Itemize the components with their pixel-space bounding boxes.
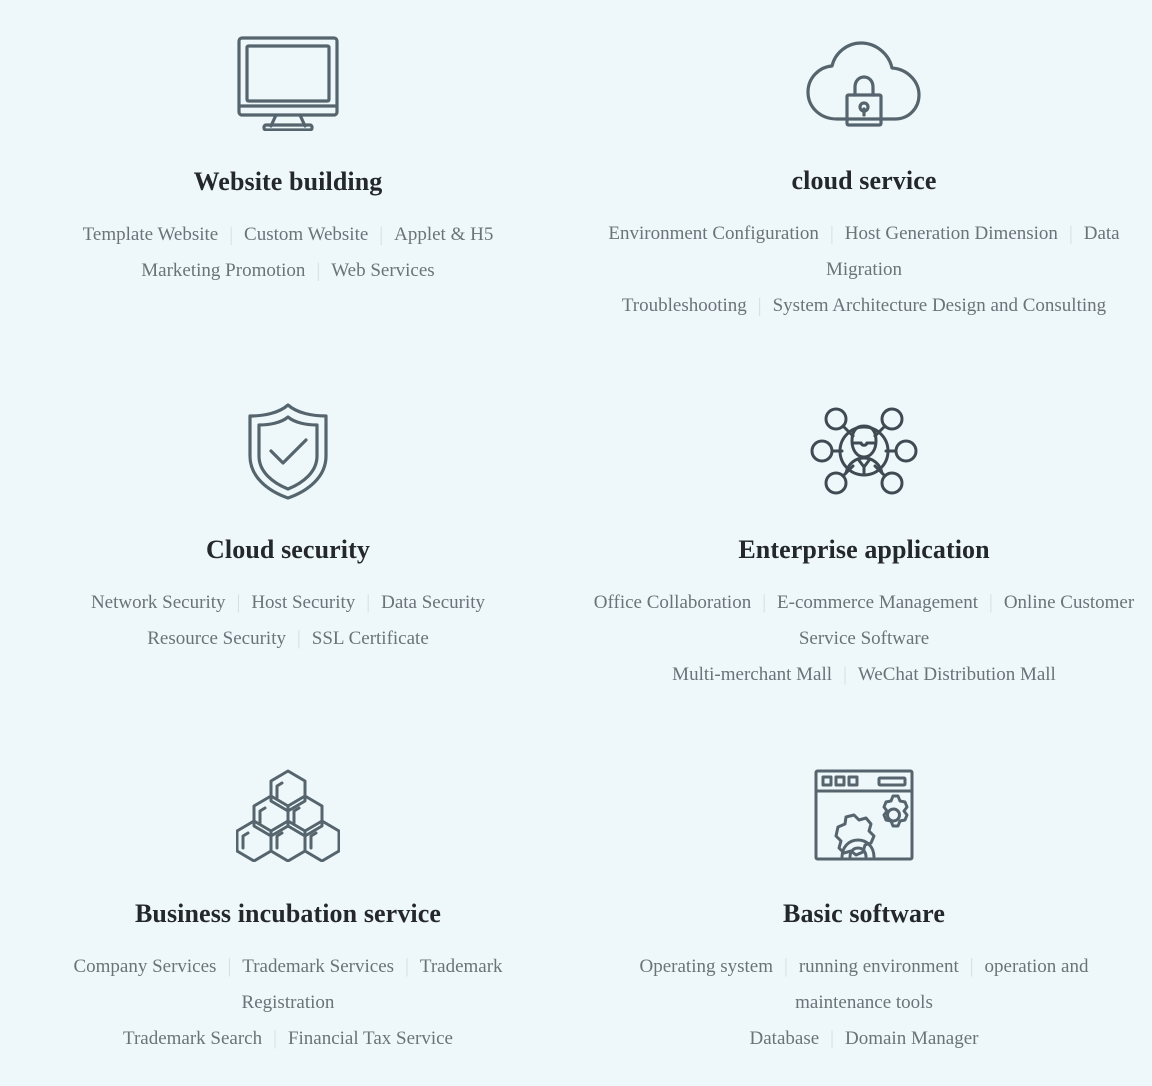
service-link[interactable]: Data Security (381, 592, 485, 613)
service-link[interactable]: System Architecture Design and Consultin… (773, 295, 1107, 316)
service-link[interactable]: Host Generation Dimension (845, 223, 1058, 244)
service-link[interactable]: Operating system (640, 956, 774, 977)
link-separator: | (784, 955, 788, 978)
links-row: Troubleshooting | System Architecture Desi… (592, 288, 1136, 324)
links-row: Environment Configuration | Host Generatio… (592, 216, 1136, 288)
link-separator: | (1068, 222, 1073, 245)
service-link[interactable]: Company Services (73, 956, 216, 977)
service-link[interactable]: Marketing Promotion (141, 260, 305, 281)
service-link[interactable]: Multi-merchant Mall (672, 664, 832, 685)
service-link[interactable]: Network Security (91, 592, 226, 613)
service-links: Office Collaboration | E-commerce Manageme… (592, 585, 1136, 693)
link-separator: | (273, 1027, 277, 1050)
link-separator: | (236, 591, 241, 614)
link-separator: | (316, 259, 321, 282)
shield-check-icon (244, 398, 332, 504)
service-link[interactable]: Environment Configuration (608, 223, 819, 244)
service-link[interactable]: Web Services (331, 260, 434, 281)
service-link[interactable]: Host Security (251, 592, 355, 613)
service-link[interactable]: Custom Website (244, 224, 368, 245)
service-title: Basic software (783, 899, 945, 928)
service-links: Network Security | Host Security | Data Secu… (91, 585, 485, 657)
browser-gears-icon (814, 762, 914, 868)
services-grid: Website building Template Website | Custom… (0, 0, 1152, 1086)
link-separator: | (379, 223, 384, 246)
link-separator: | (757, 294, 762, 317)
links-row: Operating system | running environment | ope… (599, 949, 1129, 1021)
service-links: Company Services | Trademark Services | Trad… (38, 949, 538, 1057)
cloud-lock-icon (804, 30, 924, 136)
link-separator: | (762, 591, 767, 614)
links-row: Template Website | Custom Website | Applet &… (83, 217, 494, 253)
link-separator: | (969, 955, 974, 978)
link-separator: | (227, 955, 232, 978)
service-link[interactable]: Resource Security (147, 628, 286, 649)
service-title: Website building (193, 167, 383, 196)
hexagon-cluster-icon (236, 762, 340, 868)
service-link[interactable]: Applet & H5 (394, 224, 493, 245)
service-links: Environment Configuration | Host Generatio… (592, 216, 1136, 324)
link-separator: | (229, 223, 234, 246)
links-row: Office Collaboration | E-commerce Manageme… (592, 585, 1136, 657)
link-separator: | (829, 222, 834, 245)
service-link[interactable]: Troubleshooting (622, 295, 747, 316)
service-link[interactable]: Office Collaboration (594, 592, 751, 613)
service-link[interactable]: WeChat Distribution Mall (858, 664, 1056, 685)
links-row: Trademark Search | Financial Tax Service (38, 1021, 538, 1057)
service-link[interactable]: Database (750, 1028, 820, 1049)
service-links: Operating system | running environment | ope… (599, 949, 1129, 1057)
service-card-cloud-service[interactable]: cloud service Environment Configuration |… (576, 0, 1152, 370)
monitor-icon (236, 30, 340, 136)
service-link[interactable]: running environment (799, 956, 959, 977)
service-title: Enterprise application (738, 535, 990, 564)
service-card-website-building[interactable]: Website building Template Website | Custom… (0, 0, 576, 370)
links-row: Resource Security | SSL Certificate (91, 621, 485, 657)
links-row: Marketing Promotion | Web Services (83, 253, 494, 289)
links-row: Database | Domain Manager (599, 1021, 1129, 1057)
link-separator: | (843, 663, 847, 686)
service-link[interactable]: E-commerce Management (777, 592, 978, 613)
links-row: Company Services | Trademark Services | Trad… (38, 949, 538, 1021)
service-title: Business incubation service (134, 899, 442, 928)
service-link[interactable]: Domain Manager (845, 1028, 978, 1049)
service-link[interactable]: Financial Tax Service (288, 1028, 453, 1049)
link-separator: | (366, 591, 371, 614)
service-title: cloud service (791, 166, 937, 195)
service-card-enterprise-application[interactable]: Enterprise application Office Collaborat… (576, 370, 1152, 740)
service-card-basic-software[interactable]: Basic software Operating system | running … (576, 740, 1152, 1086)
link-separator: | (989, 591, 993, 614)
service-card-cloud-security[interactable]: Cloud security Network Security | Host Sec… (0, 370, 576, 740)
service-link[interactable]: Trademark Services (242, 956, 394, 977)
service-link[interactable]: Template Website (83, 224, 219, 245)
link-separator: | (405, 955, 409, 978)
network-person-icon (810, 398, 918, 504)
link-separator: | (830, 1027, 834, 1050)
service-title: Cloud security (206, 535, 370, 564)
links-row: Network Security | Host Security | Data Secu… (91, 585, 485, 621)
service-card-business-incubation-service[interactable]: Business incubation service Company Serv… (0, 740, 576, 1086)
service-link[interactable]: SSL Certificate (312, 628, 429, 649)
service-link[interactable]: Trademark Search (123, 1028, 262, 1049)
links-row: Multi-merchant Mall | WeChat Distribution … (592, 657, 1136, 693)
link-separator: | (296, 627, 301, 650)
service-links: Template Website | Custom Website | Applet &… (83, 217, 494, 289)
